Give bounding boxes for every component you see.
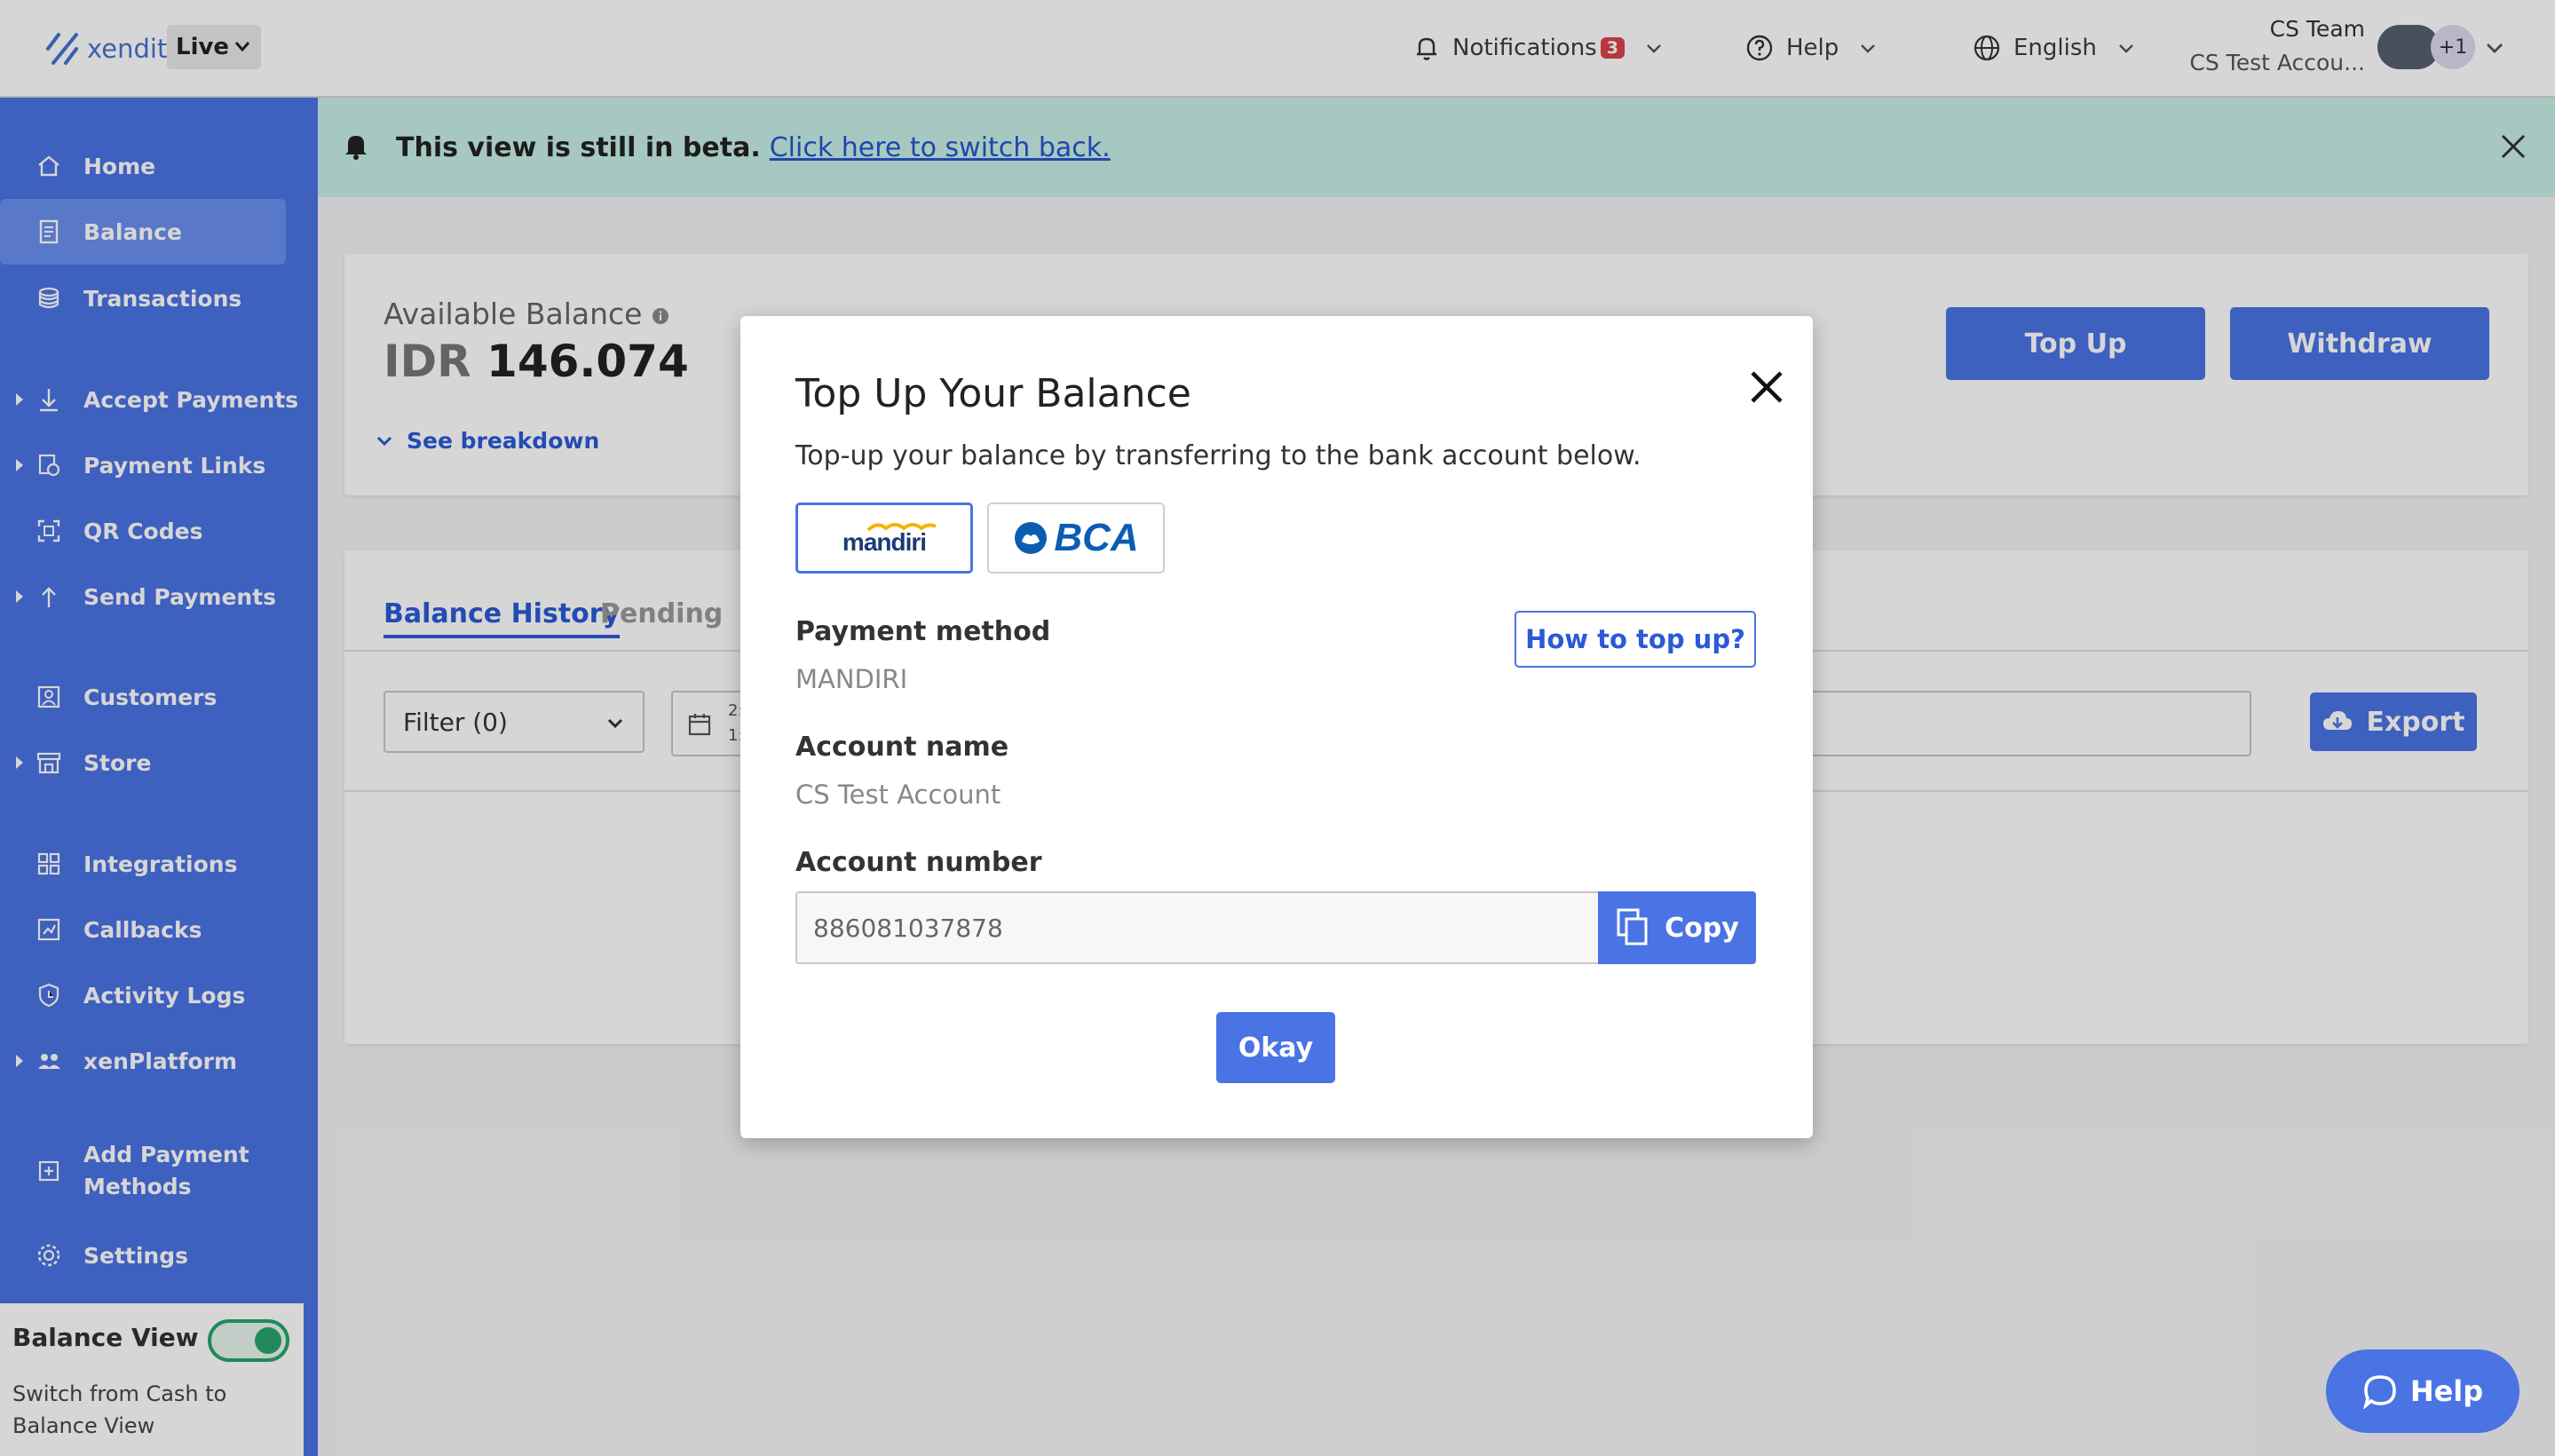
top-up-modal: Top Up Your Balance Top-up your balance … — [740, 316, 1813, 1138]
account-name-value: CS Test Account — [795, 779, 1001, 810]
mandiri-logo-text: mandiri — [842, 528, 927, 556]
help-chat-button[interactable]: Help — [2326, 1349, 2519, 1433]
payment-method-value: MANDIRI — [795, 664, 908, 694]
modal-description: Top-up your balance by transferring to t… — [795, 440, 1641, 471]
bank-option-mandiri[interactable]: mandiri — [795, 502, 973, 574]
mandiri-logo: mandiri — [831, 519, 937, 557]
modal-title: Top Up Your Balance — [795, 371, 1191, 416]
payment-method-label: Payment method — [795, 616, 1051, 647]
close-icon[interactable] — [1747, 368, 1786, 407]
account-name-label: Account name — [795, 732, 1009, 763]
account-number-label: Account number — [795, 847, 1042, 878]
bca-logo-text: BCA — [1054, 516, 1139, 559]
account-number-value: 886081037878 — [813, 913, 1003, 943]
copy-label: Copy — [1665, 912, 1739, 944]
bca-logo-icon — [1015, 522, 1048, 554]
okay-button[interactable]: Okay — [1216, 1012, 1335, 1083]
account-number-field[interactable]: 886081037878 — [795, 891, 1598, 964]
how-to-top-up-button[interactable]: How to top up? — [1515, 611, 1756, 668]
help-chat-label: Help — [2409, 1374, 2484, 1408]
chat-bubble-icon — [2362, 1375, 2396, 1409]
copy-button[interactable]: Copy — [1598, 891, 1756, 964]
copy-icon — [1617, 908, 1648, 946]
bank-option-bca[interactable]: BCA — [987, 502, 1165, 574]
